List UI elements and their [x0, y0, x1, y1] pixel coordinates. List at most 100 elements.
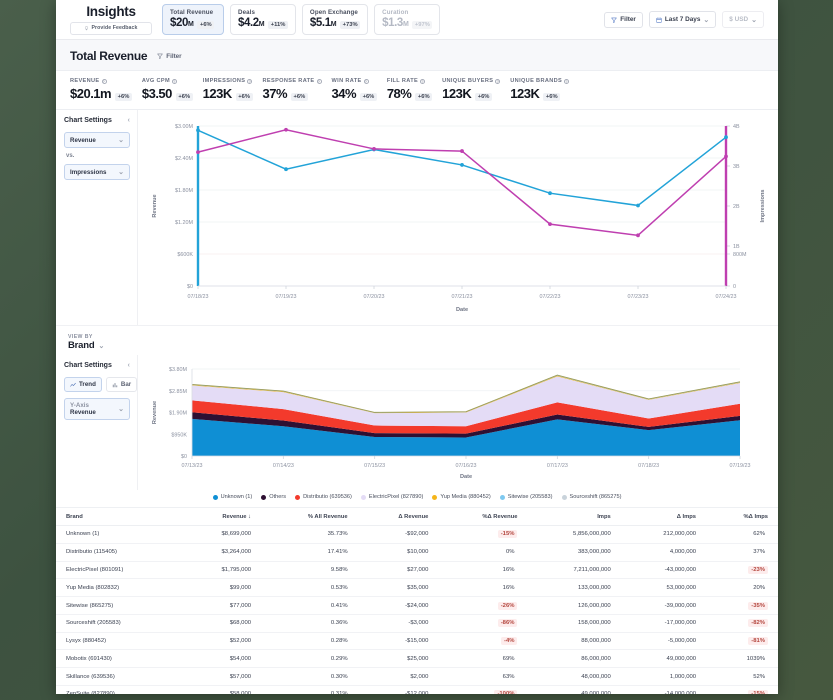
legend-label: Sitewise (205583): [508, 494, 553, 500]
data-point[interactable]: [636, 204, 640, 208]
table-cell-pct_delta_revenue: -100%: [438, 686, 527, 694]
info-icon[interactable]: ?: [247, 79, 252, 84]
value-label: 52%: [750, 673, 768, 681]
brand-block: Insights Provide Feedback: [66, 5, 152, 35]
kpi-card-3[interactable]: Curation$1.3M+97%: [374, 4, 440, 35]
table-row[interactable]: Yup Media (802832)$99,0000.53%$35,00016%…: [56, 579, 778, 597]
table-row[interactable]: ElectricPixel (801091)$1,795,0009.58%$27…: [56, 561, 778, 579]
kpi-card-2[interactable]: Open Exchange$5.1M+73%: [302, 4, 368, 35]
x-tick-label: 07/17/23: [547, 463, 568, 469]
legend-item-6[interactable]: Sourceshift (865275): [562, 494, 622, 500]
primary-metric-select[interactable]: Revenue ⌄: [64, 132, 130, 148]
info-icon[interactable]: ?: [564, 79, 569, 84]
table-header-0[interactable]: Brand: [56, 508, 181, 526]
kpi-card-1[interactable]: Deals$4.2M+11%: [230, 4, 296, 35]
table-body: Unknown (1)$8,699,00035.73%-$92,000-15%5…: [56, 526, 778, 695]
legend-item-5[interactable]: Sitewise (205583): [500, 494, 553, 500]
area-chart-plot[interactable]: $0$950K$1.90M$2.85M$3.80M07/13/2307/14/2…: [138, 355, 778, 490]
table-cell-imps: 48,000,000: [527, 668, 620, 686]
info-icon[interactable]: ?: [495, 79, 500, 84]
table-header-3[interactable]: Δ Revenue: [358, 508, 439, 526]
legend-color-swatch: [361, 495, 366, 500]
metric-delta: +6%: [360, 93, 377, 101]
table-cell-revenue: $58,000: [181, 686, 261, 694]
brands-table-wrap: BrandRevenue ↓% All RevenueΔ Revenue%Δ R…: [56, 507, 778, 694]
value-label: 37%: [750, 548, 768, 556]
secondary-metric-select[interactable]: Impressions ⌄: [64, 164, 130, 180]
table-row[interactable]: Skillance (639536)$57,0000.30%$2,00063%4…: [56, 668, 778, 686]
table-header-2[interactable]: % All Revenue: [261, 508, 358, 526]
metric-label: AVG CPM: [142, 78, 170, 84]
y-axis-select[interactable]: Y-Axis Revenue ⌄: [64, 398, 130, 420]
table-cell-pct_delta_revenue: -86%: [438, 614, 527, 632]
table-row[interactable]: Unknown (1)$8,699,00035.73%-$92,000-15%5…: [56, 526, 778, 544]
legend-item-0[interactable]: Unknown (1): [213, 494, 253, 500]
data-point[interactable]: [548, 191, 552, 195]
global-filter-button[interactable]: Filter: [604, 12, 643, 28]
negative-badge: -23%: [748, 566, 768, 574]
y-tick-label: $0: [181, 454, 187, 460]
y-tick-label: $2.85M: [169, 389, 187, 395]
data-point[interactable]: [460, 149, 464, 153]
data-point[interactable]: [636, 233, 640, 237]
currency-selector[interactable]: $ USD ⌄: [722, 11, 764, 28]
currency-label: $ USD: [729, 16, 748, 23]
data-point[interactable]: [284, 167, 288, 171]
legend-item-2[interactable]: Distributio (639536): [295, 494, 352, 500]
bar-chart-button[interactable]: Bar: [106, 377, 137, 392]
table-cell-delta_imps: -14,000,000: [621, 686, 706, 694]
info-icon[interactable]: ?: [172, 79, 177, 84]
kpi-card-0[interactable]: Total Revenue$20M+6%: [162, 4, 224, 35]
line-chart-plot[interactable]: $0$600K$1.20M$1.80M$2.40M$3.00M0800M1B2B…: [138, 110, 778, 325]
y-axis-value: Revenue: [70, 409, 96, 416]
view-by-select[interactable]: Brand ⌄: [68, 340, 778, 351]
table-cell-imps: 86,000,000: [527, 650, 620, 668]
legend-color-swatch: [432, 495, 437, 500]
table-cell-imps: 158,000,000: [527, 614, 620, 632]
legend-label: Yup Media (880452): [440, 494, 490, 500]
data-point[interactable]: [196, 150, 200, 154]
info-icon[interactable]: ?: [317, 79, 322, 84]
collapse-panel-icon[interactable]: ‹: [128, 117, 130, 124]
negative-badge: -100%: [494, 690, 517, 694]
data-point[interactable]: [548, 222, 552, 226]
y-tick-label: $2.40M: [175, 156, 193, 162]
table-header-1[interactable]: Revenue ↓: [181, 508, 261, 526]
legend-label: Others: [269, 494, 286, 500]
table-row[interactable]: Lysyx (880452)$52,0000.28%-$15,000-4%88,…: [56, 632, 778, 650]
table-header-7[interactable]: %Δ Imps: [706, 508, 778, 526]
data-point[interactable]: [372, 147, 376, 151]
data-point[interactable]: [196, 128, 200, 132]
legend-item-4[interactable]: Yup Media (880452): [432, 494, 490, 500]
legend-item-3[interactable]: ElectricPixel (827890): [361, 494, 423, 500]
table-header-5[interactable]: Imps: [527, 508, 620, 526]
y2-tick-label: 3B: [733, 164, 740, 170]
date-range-selector[interactable]: Last 7 Days ⌄: [649, 11, 716, 28]
table-row[interactable]: Distributio (115405)$3,264,00017.41%$10,…: [56, 543, 778, 561]
collapse-panel-icon[interactable]: ‹: [128, 362, 130, 369]
table-cell-pct_all_revenue: 0.30%: [261, 668, 358, 686]
table-row[interactable]: Mobotix (691430)$54,0000.29%$25,00069%86…: [56, 650, 778, 668]
table-row[interactable]: Sourceshift (205583)$68,0000.36%-$3,000-…: [56, 614, 778, 632]
data-point[interactable]: [724, 135, 728, 139]
table-header-4[interactable]: %Δ Revenue: [438, 508, 527, 526]
table-header-6[interactable]: Δ Imps: [621, 508, 706, 526]
section-filter-button[interactable]: Filter: [157, 53, 181, 60]
negative-badge: -15%: [498, 530, 518, 538]
page-title: Insights: [70, 5, 152, 19]
info-icon[interactable]: ?: [102, 79, 107, 84]
data-point[interactable]: [460, 163, 464, 167]
info-icon[interactable]: ?: [364, 79, 369, 84]
table-row[interactable]: ZenSuite (827890)$58,0000.31%-$12,000-10…: [56, 686, 778, 694]
table-cell-delta_revenue: -$15,000: [358, 632, 439, 650]
info-icon[interactable]: ?: [420, 79, 425, 84]
table-cell-delta_imps: 4,000,000: [621, 543, 706, 561]
trend-chart-button[interactable]: Trend: [64, 377, 102, 392]
data-point[interactable]: [724, 155, 728, 159]
data-point[interactable]: [284, 128, 288, 132]
table-cell-delta_imps: 53,000,000: [621, 579, 706, 597]
provide-feedback-button[interactable]: Provide Feedback: [70, 22, 152, 35]
y-tick-label: $950K: [171, 432, 187, 438]
legend-item-1[interactable]: Others: [261, 494, 286, 500]
table-row[interactable]: Sitewise (865275)$77,0000.41%-$24,000-26…: [56, 597, 778, 615]
